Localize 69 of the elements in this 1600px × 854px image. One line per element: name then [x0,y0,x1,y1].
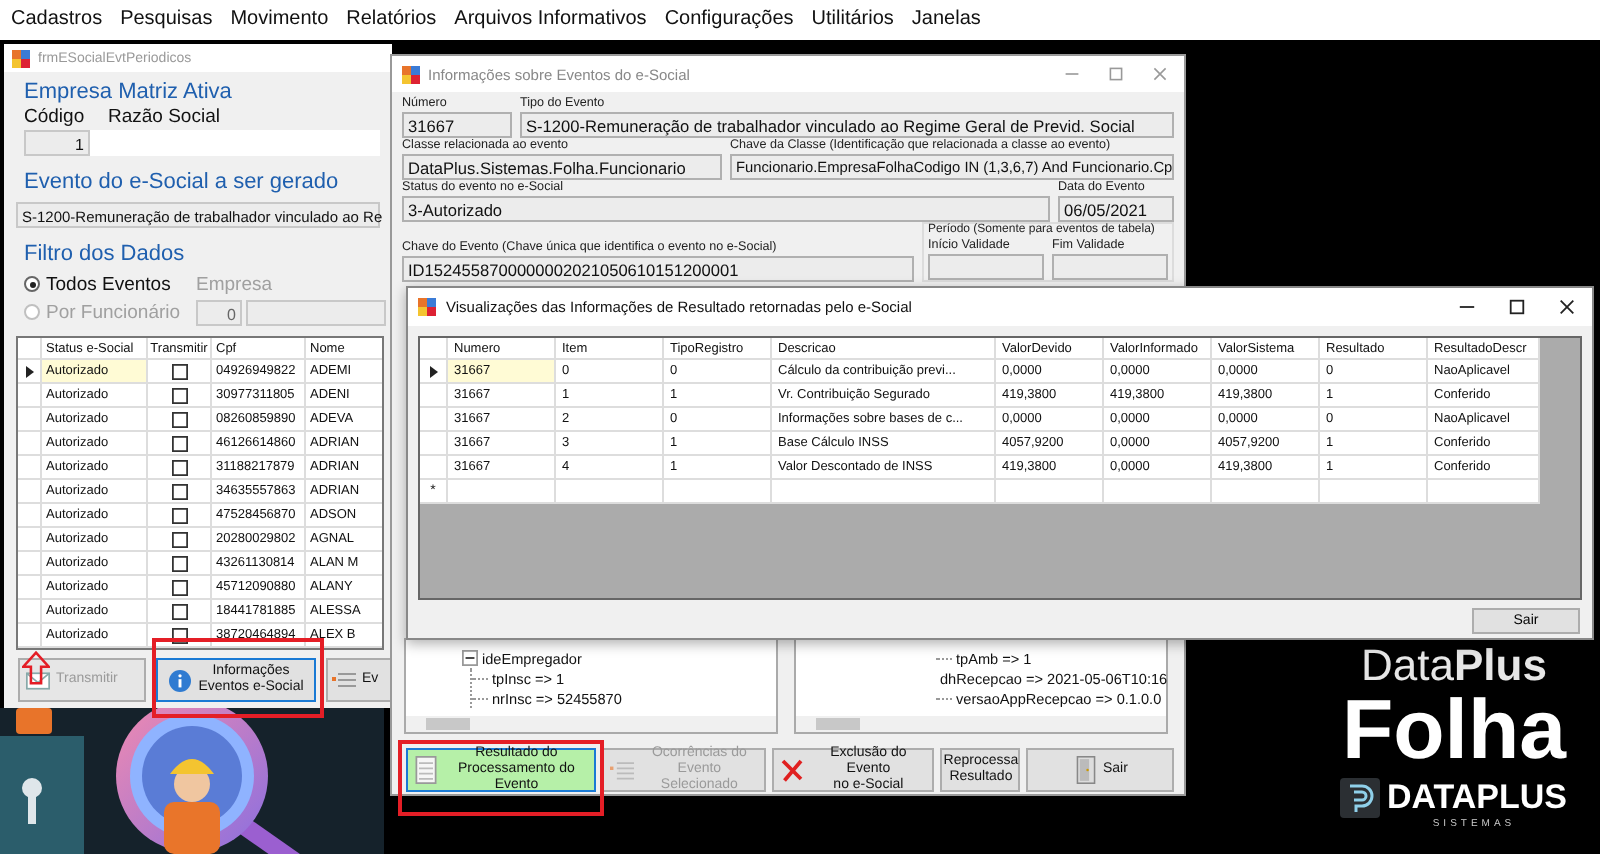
close-button[interactable] [1558,298,1576,316]
menu-item[interactable]: Utilitários [802,6,903,34]
company-code-field[interactable]: 0 [196,299,242,325]
event-key-field[interactable]: ID1524558700000002021050610151200001 [402,256,914,282]
event-type-field[interactable]: S-1200-Remuneração de trabalhador vinculado ao Regime Geral de Previd. Social [520,112,1174,138]
field-label: Código [24,106,87,128]
checkbox[interactable] [171,435,187,451]
list-icon [610,756,635,784]
row-pointer-icon [25,365,33,377]
horizontal-scrollbar[interactable] [796,716,1166,732]
table-cell[interactable] [1212,480,1320,504]
date-field[interactable]: 06/05/2021 [1058,196,1174,222]
section-heading: Filtro dos Dados [24,242,185,268]
collapse-toggle[interactable] [462,650,478,666]
row-header [18,338,42,360]
company-name-field[interactable] [246,299,386,325]
number-field[interactable]: 31667 [402,112,512,138]
logo-text: DataPlus [1361,644,1547,688]
menu-item[interactable]: Cadastros [2,6,112,34]
table-cell[interactable] [448,480,556,504]
document-icon [414,756,438,784]
table-cell[interactable] [1320,480,1428,504]
section-heading: Evento do e-Social a ser gerado [24,170,339,196]
checkbox[interactable] [171,507,187,523]
checkbox[interactable] [171,579,187,595]
logo-icon [1340,778,1381,818]
checkbox[interactable] [171,603,187,619]
checkbox[interactable] [171,483,187,499]
list-icon [332,669,356,691]
field-label: Empresa [196,273,273,295]
menu-item[interactable]: Arquivos Informativos [445,6,656,34]
checkbox[interactable] [171,387,187,403]
app-icon [418,298,436,316]
table-cell[interactable] [664,480,772,504]
horizontal-scrollbar[interactable] [406,716,776,732]
start-date-field[interactable] [928,254,1044,280]
checkbox[interactable] [171,555,187,571]
table-cell[interactable] [996,480,1104,504]
row-header [420,338,448,360]
brand-name: DATAPLUS [1386,778,1568,818]
app-icon [402,65,420,83]
checkbox[interactable] [171,459,187,475]
radio-button[interactable]: Todos Eventos [24,273,196,295]
menu-item[interactable]: Relatórios [337,6,446,34]
menu-item[interactable]: Janelas [902,6,990,34]
checkbox[interactable] [171,411,187,427]
close-icon [779,756,804,784]
menu-item[interactable]: Movimento [221,6,338,34]
class-field[interactable]: DataPlus.Sistemas.Folha.Funcionario [402,154,722,180]
table-cell[interactable] [1428,480,1540,504]
product-name: Folha [1342,688,1566,772]
menu-item[interactable]: Pesquisas [111,6,222,34]
field-label: Razão Social [108,106,220,128]
table-cell[interactable] [1104,480,1212,504]
app-icon [12,49,30,67]
checkbox[interactable] [171,531,187,547]
status-field[interactable]: 3-Autorizado [402,196,1050,222]
section-heading: Empresa Matriz Ativa [24,80,232,106]
info-icon [168,669,193,691]
maximize-button[interactable] [1508,298,1526,316]
checkbox[interactable] [171,363,187,379]
table-cell[interactable] [556,480,664,504]
door-icon [1073,756,1097,784]
row-header[interactable] [420,360,448,384]
menu-item[interactable]: Configurações [655,6,803,34]
table-cell[interactable] [772,480,996,504]
end-date-field[interactable] [1052,254,1168,280]
row-pointer-icon [429,365,437,377]
code-field[interactable]: 1 [24,130,90,156]
